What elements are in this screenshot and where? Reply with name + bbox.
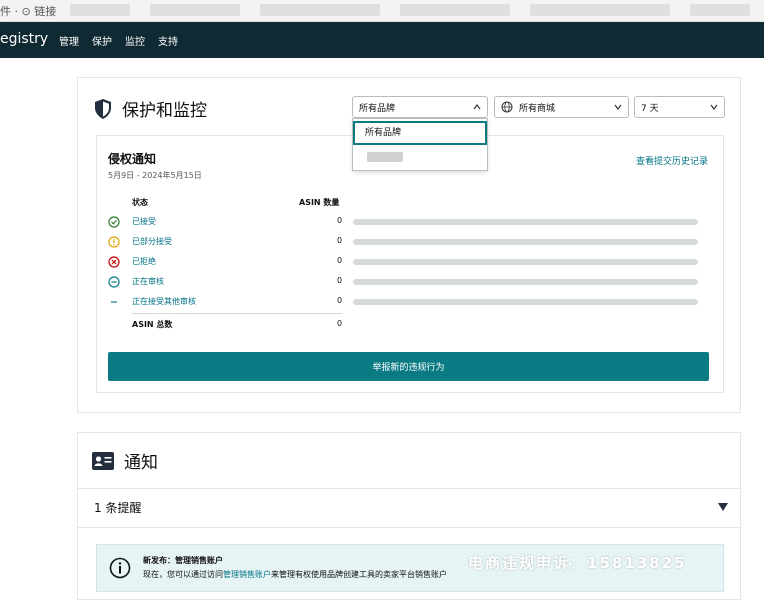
manage-sales-account-link[interactable]: 管理销售账户	[223, 570, 271, 579]
column-header-status: 状态	[132, 198, 148, 207]
chevron-up-icon	[473, 104, 481, 110]
nav-item-support[interactable]: 支持	[158, 33, 178, 48]
blurred-tab	[690, 4, 750, 16]
asin-count: 0	[337, 236, 343, 245]
blurred-tab	[530, 4, 670, 16]
asin-total-label: ASIN 总数	[132, 320, 173, 329]
date-range: 5月9日 - 2024年5月15日	[108, 171, 202, 180]
status-progress-bar	[353, 299, 698, 305]
store-select[interactable]: 所有商城	[494, 96, 629, 118]
status-progress-bar	[353, 259, 698, 265]
days-select-value: 7 天	[641, 103, 659, 114]
notice-body: 现在，您可以通过访问管理销售账户来管理有权使用品牌创建工具的卖家平台销售账户	[143, 569, 447, 580]
dash-circle-icon	[108, 276, 120, 288]
chevron-down-icon	[710, 104, 718, 110]
browser-breadcrumb: 件 · ⊙ 链接	[0, 5, 57, 18]
blurred-tab	[150, 4, 240, 16]
status-label[interactable]: 已拒绝	[132, 256, 156, 267]
status-label[interactable]: 正在接受其他审核	[132, 296, 196, 307]
watermark-overlay-text: 电商违规申诉：15813825	[468, 554, 687, 572]
asin-total-value: 0	[337, 319, 343, 328]
blurred-tab	[260, 4, 380, 16]
caret-down-icon[interactable]	[717, 502, 729, 512]
store-select-value: 所有商城	[519, 103, 556, 114]
status-label[interactable]: 已接受	[132, 216, 156, 227]
dropdown-option-blurred[interactable]	[367, 152, 403, 162]
status-progress-bar	[353, 279, 698, 285]
status-row-rejected: 已拒绝 0	[108, 255, 708, 269]
info-icon	[109, 557, 131, 579]
submission-history-link[interactable]: 查看提交历史记录	[636, 154, 708, 167]
protect-monitor-title: 保护和监控	[122, 101, 207, 121]
asin-count: 0	[337, 256, 343, 265]
nav-item-manage[interactable]: 管理	[59, 33, 79, 48]
brand-select-value: 所有品牌	[359, 103, 396, 114]
asin-count: 0	[337, 296, 343, 305]
chevron-down-icon	[614, 104, 622, 110]
asin-count: 0	[337, 276, 343, 285]
infringement-title: 侵权通知	[108, 152, 157, 166]
blurred-tab	[70, 4, 130, 16]
blurred-tab	[400, 4, 510, 16]
protect-monitor-header: 保护和监控	[94, 96, 207, 121]
brand-select[interactable]: 所有品牌	[352, 96, 488, 118]
notifications-divider	[77, 527, 741, 528]
notice-body-suffix: 来管理有权使用品牌创建工具的卖家平台销售账户	[271, 570, 447, 579]
status-progress-bar	[353, 239, 698, 245]
notifications-header: 通知	[92, 448, 158, 473]
nav-item-protect[interactable]: 保护	[92, 33, 112, 48]
status-row-other-review: 正在接受其他审核 0	[108, 295, 708, 309]
status-progress-bar	[353, 219, 698, 225]
status-label[interactable]: 正在审核	[132, 276, 164, 287]
shield-icon	[95, 98, 111, 119]
notifications-title: 通知	[124, 453, 158, 473]
x-circle-icon	[108, 256, 120, 268]
browser-tab-strip: 件 · ⊙ 链接	[0, 0, 764, 22]
id-card-icon	[92, 451, 114, 470]
report-violation-button[interactable]: 举报新的违规行为	[108, 352, 709, 381]
status-row-partially-accepted: 已部分接受 0	[108, 235, 708, 249]
exclamation-circle-icon	[108, 236, 120, 248]
top-navigation-bar: egistry 管理 保护 监控 支持	[0, 22, 764, 58]
notifications-divider	[77, 488, 741, 489]
nav-menu: 管理 保护 监控 支持	[59, 33, 178, 48]
status-row-under-review: 正在审核 0	[108, 275, 708, 289]
brand-dropdown-menu: 所有品牌	[352, 118, 488, 171]
globe-icon	[501, 101, 513, 113]
status-row-accepted: 已接受 0	[108, 215, 708, 229]
check-circle-icon	[108, 216, 120, 228]
nav-item-monitor[interactable]: 监控	[125, 33, 145, 48]
column-header-asin-count: ASIN 数量	[299, 198, 340, 207]
dash-icon	[111, 301, 117, 303]
total-divider	[132, 313, 342, 314]
notice-body-prefix: 现在，您可以通过访问	[143, 570, 223, 579]
asin-count: 0	[337, 216, 343, 225]
dropdown-option-all-brands[interactable]: 所有品牌	[353, 121, 487, 145]
brand-registry-logo[interactable]: egistry	[0, 31, 48, 47]
status-label[interactable]: 已部分接受	[132, 236, 172, 247]
reminder-count[interactable]: 1 条提醒	[94, 499, 141, 516]
notice-title: 新发布：管理销售账户	[143, 556, 223, 565]
days-select[interactable]: 7 天	[634, 96, 725, 118]
